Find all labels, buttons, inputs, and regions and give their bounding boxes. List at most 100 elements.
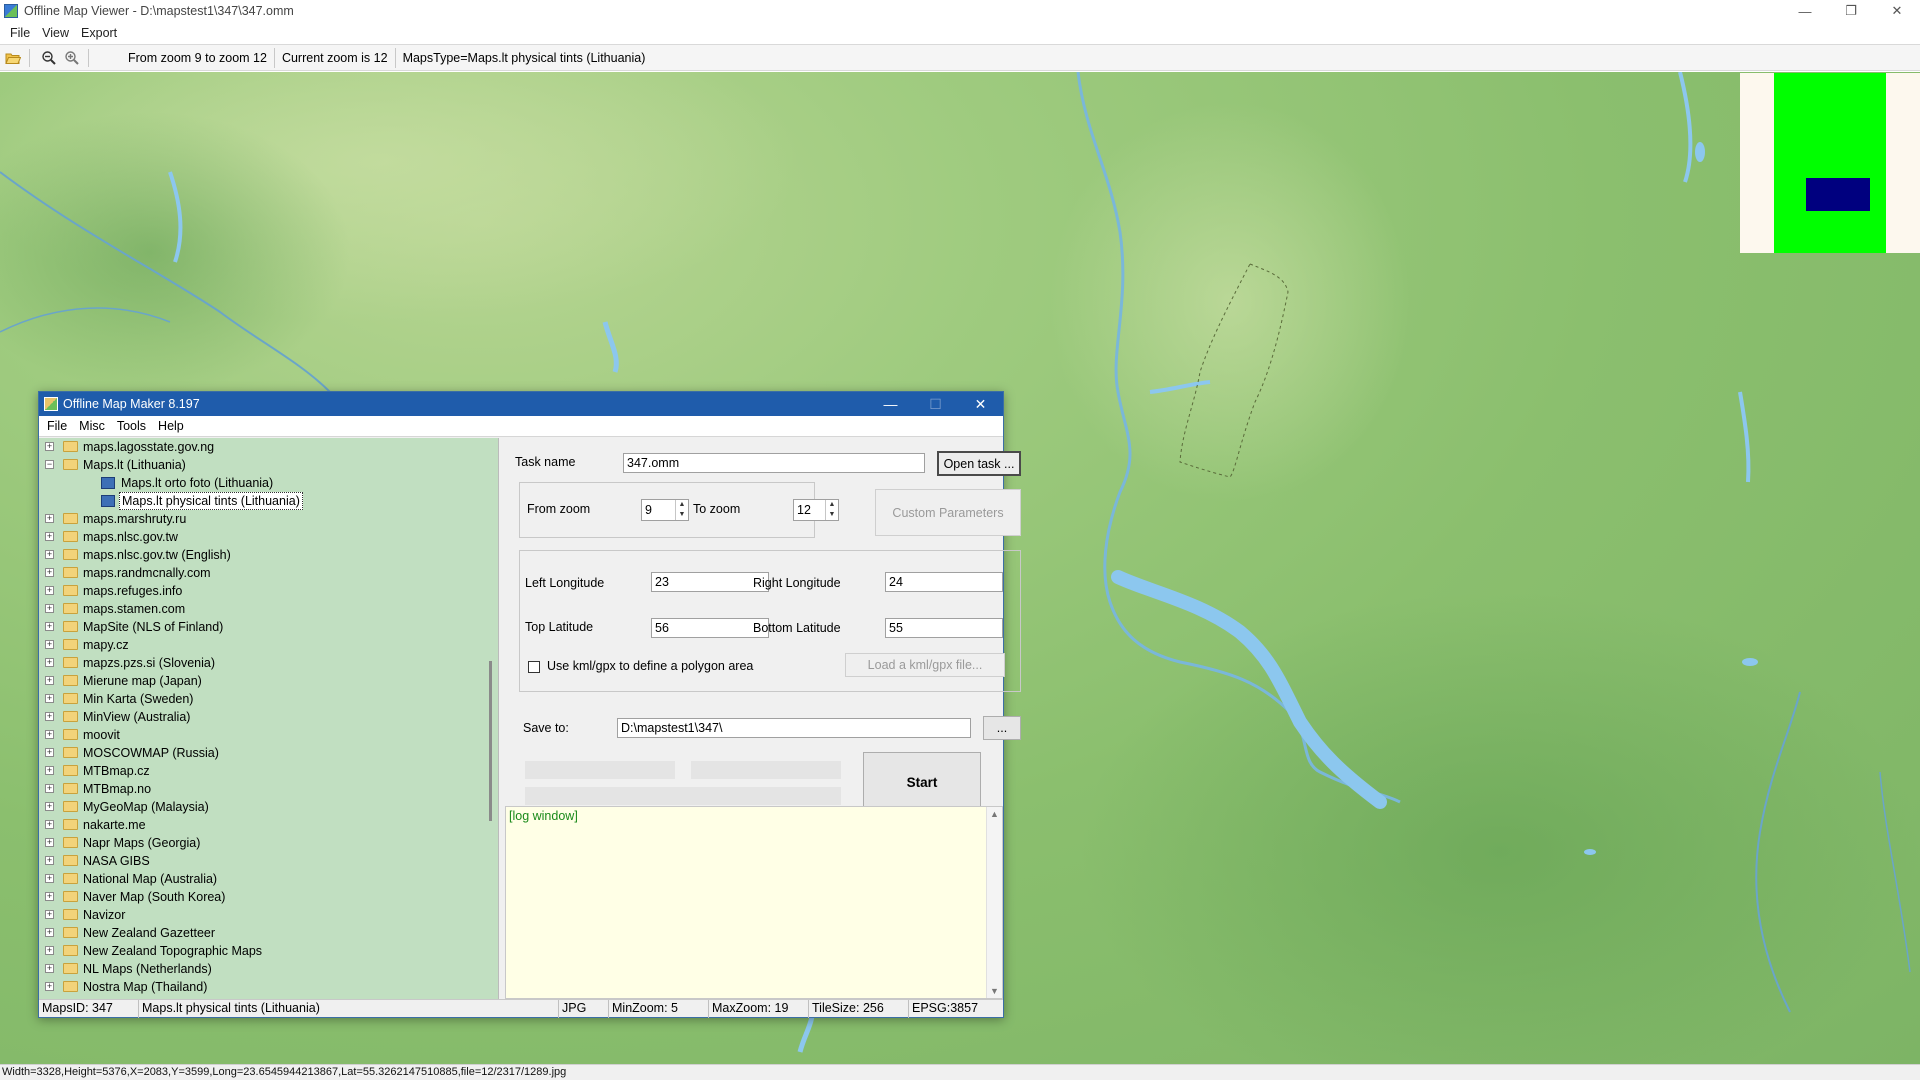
expand-icon[interactable]: + bbox=[45, 766, 54, 775]
zoom-out-icon[interactable] bbox=[39, 48, 59, 68]
tree-item[interactable]: + maps.marshruty.ru bbox=[39, 510, 498, 528]
tree-item[interactable]: + New Zealand Gazetteer bbox=[39, 924, 498, 942]
left-longitude-input[interactable]: 23 bbox=[651, 572, 769, 592]
expand-icon[interactable]: + bbox=[45, 982, 54, 991]
restore-button[interactable]: ❐ bbox=[1828, 0, 1874, 22]
kml-polygon-checkbox[interactable] bbox=[528, 661, 540, 673]
tree-item[interactable]: + maps.randmcnally.com bbox=[39, 564, 498, 582]
expand-icon[interactable]: + bbox=[45, 802, 54, 811]
menu-export[interactable]: Export bbox=[75, 26, 123, 40]
expand-icon[interactable]: + bbox=[45, 640, 54, 649]
menu-file[interactable]: File bbox=[4, 26, 36, 40]
minimize-button[interactable]: — bbox=[1782, 0, 1828, 22]
tree-item[interactable]: + maps.nlsc.gov.tw (English) bbox=[39, 546, 498, 564]
expand-icon[interactable]: + bbox=[45, 856, 54, 865]
tree-item[interactable]: + maps.stamen.com bbox=[39, 600, 498, 618]
expand-icon[interactable]: + bbox=[45, 964, 54, 973]
tree-item[interactable]: Maps.lt physical tints (Lithuania) bbox=[39, 492, 498, 510]
tree-item[interactable]: Maps.lt orto foto (Lithuania) bbox=[39, 474, 498, 492]
expand-icon[interactable]: + bbox=[45, 550, 54, 559]
top-latitude-input[interactable]: 56 bbox=[651, 618, 769, 638]
expand-icon[interactable]: + bbox=[45, 676, 54, 685]
tree-item[interactable]: + MapSite (NLS of Finland) bbox=[39, 618, 498, 636]
load-kml-button[interactable]: Load a kml/gpx file... bbox=[845, 653, 1005, 677]
expand-icon[interactable]: + bbox=[45, 946, 54, 955]
expand-icon[interactable]: + bbox=[45, 784, 54, 793]
tree-item[interactable]: + NASA GIBS bbox=[39, 852, 498, 870]
expand-icon[interactable]: + bbox=[45, 712, 54, 721]
expand-icon[interactable]: + bbox=[45, 532, 54, 541]
tree-item[interactable]: + mapy.cz bbox=[39, 636, 498, 654]
spinner-arrows-icon[interactable]: ▲ ▼ bbox=[825, 500, 838, 520]
custom-parameters-button[interactable]: Custom Parameters bbox=[875, 489, 1021, 536]
tree-item[interactable]: + Navizor bbox=[39, 906, 498, 924]
zoom-in-icon[interactable] bbox=[62, 48, 82, 68]
tree-scroll-thumb[interactable] bbox=[489, 661, 492, 821]
from-zoom-spinner[interactable]: 9 ▲ ▼ bbox=[641, 499, 689, 521]
dialog-minimize-button[interactable]: — bbox=[868, 392, 913, 416]
minimap-viewport[interactable] bbox=[1806, 178, 1870, 211]
expand-icon[interactable]: + bbox=[45, 748, 54, 757]
tree-item[interactable]: + NL Maps (Netherlands) bbox=[39, 960, 498, 978]
open-folder-icon[interactable] bbox=[3, 48, 23, 68]
tree-item[interactable]: + mapzs.pzs.si (Slovenia) bbox=[39, 654, 498, 672]
expand-icon[interactable]: + bbox=[45, 604, 54, 613]
expand-icon[interactable]: + bbox=[45, 658, 54, 667]
expand-icon[interactable]: + bbox=[45, 910, 54, 919]
map-source-tree[interactable]: + maps.lagosstate.gov.ng − Maps.lt (Lithuan… bbox=[39, 438, 499, 999]
tree-item[interactable]: + MOSCOWMAP (Russia) bbox=[39, 744, 498, 762]
log-window[interactable]: [log window] ▲ ▼ bbox=[505, 806, 1003, 999]
expand-icon[interactable]: + bbox=[45, 568, 54, 577]
tree-item[interactable]: + Min Karta (Sweden) bbox=[39, 690, 498, 708]
expand-icon[interactable]: + bbox=[45, 820, 54, 829]
tree-item[interactable]: + maps.nlsc.gov.tw bbox=[39, 528, 498, 546]
tree-scrollbar[interactable] bbox=[483, 438, 498, 999]
spinner-arrows-icon[interactable]: ▲ ▼ bbox=[675, 500, 688, 520]
expand-icon[interactable]: + bbox=[45, 874, 54, 883]
start-button[interactable]: Start bbox=[863, 752, 981, 812]
tree-item[interactable]: + New Zealand Topographic Maps bbox=[39, 942, 498, 960]
expand-icon[interactable]: + bbox=[45, 514, 54, 523]
right-longitude-input[interactable]: 24 bbox=[885, 572, 1003, 592]
scroll-up-icon[interactable]: ▲ bbox=[987, 809, 1002, 819]
dialog-maximize-button[interactable]: ☐ bbox=[913, 392, 958, 416]
bottom-latitude-input[interactable]: 55 bbox=[885, 618, 1003, 638]
tree-item[interactable]: + nakarte.me bbox=[39, 816, 498, 834]
expand-icon[interactable]: + bbox=[45, 442, 54, 451]
dialog-menu-misc[interactable]: Misc bbox=[73, 419, 111, 433]
scroll-down-icon[interactable]: ▼ bbox=[987, 986, 1002, 996]
save-to-input[interactable]: D:\mapstest1\347\ bbox=[617, 718, 971, 738]
log-scrollbar[interactable]: ▲ ▼ bbox=[986, 807, 1002, 998]
browse-button[interactable]: ... bbox=[983, 716, 1021, 740]
expand-icon[interactable]: + bbox=[45, 928, 54, 937]
dialog-menu-tools[interactable]: Tools bbox=[111, 419, 152, 433]
expand-icon[interactable]: + bbox=[45, 892, 54, 901]
tree-item[interactable]: + National Map (Australia) bbox=[39, 870, 498, 888]
tree-item[interactable]: + Naver Map (South Korea) bbox=[39, 888, 498, 906]
to-zoom-spinner[interactable]: 12 ▲ ▼ bbox=[793, 499, 839, 521]
tree-item[interactable]: − Maps.lt (Lithuania) bbox=[39, 456, 498, 474]
expand-icon[interactable]: + bbox=[45, 694, 54, 703]
tree-item[interactable]: + Nostra Map (Thailand) bbox=[39, 978, 498, 996]
tree-item[interactable]: + Napr Maps (Georgia) bbox=[39, 834, 498, 852]
tree-item[interactable]: + MTBmap.cz bbox=[39, 762, 498, 780]
dialog-menu-help[interactable]: Help bbox=[152, 419, 190, 433]
tree-item[interactable]: + maps.refuges.info bbox=[39, 582, 498, 600]
expand-icon[interactable]: + bbox=[45, 838, 54, 847]
tree-item[interactable]: + MTBmap.no bbox=[39, 780, 498, 798]
expand-icon[interactable]: + bbox=[45, 586, 54, 595]
task-name-input[interactable]: 347.omm bbox=[623, 453, 925, 473]
menu-view[interactable]: View bbox=[36, 26, 75, 40]
expand-icon[interactable]: + bbox=[45, 622, 54, 631]
open-task-button[interactable]: Open task ... bbox=[937, 451, 1021, 476]
tree-item[interactable]: + MinView (Australia) bbox=[39, 708, 498, 726]
close-button[interactable]: ✕ bbox=[1874, 0, 1920, 22]
tree-item[interactable]: + moovit bbox=[39, 726, 498, 744]
tree-item[interactable]: + MyGeoMap (Malaysia) bbox=[39, 798, 498, 816]
dialog-menu-file[interactable]: File bbox=[41, 419, 73, 433]
tree-item[interactable]: + maps.lagosstate.gov.ng bbox=[39, 438, 498, 456]
tree-item[interactable]: + Mierune map (Japan) bbox=[39, 672, 498, 690]
collapse-icon[interactable]: − bbox=[45, 460, 54, 469]
dialog-close-button[interactable]: ✕ bbox=[958, 392, 1003, 416]
overview-minimap[interactable] bbox=[1740, 73, 1920, 253]
